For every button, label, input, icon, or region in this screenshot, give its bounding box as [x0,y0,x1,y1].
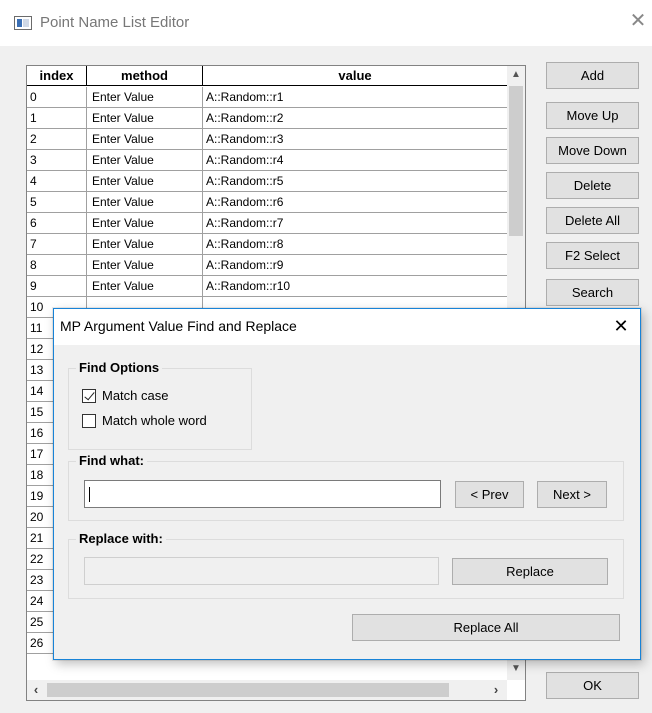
column-header-index[interactable]: index [27,66,87,86]
find-what-label: Find what: [76,453,147,468]
method-text: Enter Value [92,111,154,125]
add-button[interactable]: Add [546,62,639,89]
dialog-title: MP Argument Value Find and Replace [60,318,297,334]
dialog-close-icon[interactable]: ✕ [610,315,632,337]
index-cell[interactable]: 1 [27,108,87,128]
table-row[interactable]: 7 Enter Value A::Random::r8 [27,234,507,255]
next-button[interactable]: Next > [537,481,607,508]
column-header-method[interactable]: method [87,66,203,86]
table-row[interactable]: 4 Enter Value A::Random::r5 [27,171,507,192]
method-cell[interactable]: Enter Value [87,213,203,233]
move-down-button[interactable]: Move Down [546,137,639,164]
replace-button[interactable]: Replace [452,558,608,585]
value-cell[interactable]: A::Random::r1 [203,87,507,107]
ok-button[interactable]: OK [546,672,639,699]
close-icon[interactable]: ✕ [627,10,649,32]
horizontal-scroll-thumb[interactable] [47,683,449,697]
find-replace-dialog: MP Argument Value Find and Replace ✕ Fin… [53,308,641,660]
title-bar: Point Name List Editor ✕ [0,0,652,46]
text-caret [89,487,90,502]
index-cell[interactable]: 7 [27,234,87,254]
table-row[interactable]: 3 Enter Value A::Random::r4 [27,150,507,171]
app-icon [14,16,32,30]
f2-select-button[interactable]: F2 Select [546,242,639,269]
match-case-label[interactable]: Match case [102,388,168,403]
vertical-scroll-thumb[interactable] [509,86,523,236]
value-cell[interactable]: A::Random::r6 [203,192,507,212]
table-row[interactable]: 1 Enter Value A::Random::r2 [27,108,507,129]
method-text: Enter Value [92,258,154,272]
search-button[interactable]: Search [546,279,639,306]
table-row[interactable]: 0 Enter Value A::Random::r1 [27,87,507,108]
index-cell[interactable]: 0 [27,87,87,107]
value-cell[interactable]: A::Random::r8 [203,234,507,254]
scroll-left-icon[interactable]: ‹ [27,680,45,700]
method-text: Enter Value [92,279,154,293]
method-text: Enter Value [92,174,154,188]
method-cell[interactable]: Enter Value [87,108,203,128]
method-text: Enter Value [92,90,154,104]
index-cell[interactable]: 4 [27,171,87,191]
index-cell[interactable]: 3 [27,150,87,170]
match-case-checkbox[interactable] [82,389,96,403]
method-text: Enter Value [92,237,154,251]
method-cell[interactable]: Enter Value [87,129,203,149]
method-cell[interactable]: Enter Value [87,171,203,191]
dialog-title-bar: MP Argument Value Find and Replace ✕ [54,309,640,345]
window-title: Point Name List Editor [40,14,190,31]
index-cell[interactable]: 8 [27,255,87,275]
value-cell[interactable]: A::Random::r5 [203,171,507,191]
value-cell[interactable]: A::Random::r9 [203,255,507,275]
table-row[interactable]: 5 Enter Value A::Random::r6 [27,192,507,213]
column-header-value[interactable]: value [203,66,507,86]
table-row[interactable]: 6 Enter Value A::Random::r7 [27,213,507,234]
find-what-input[interactable] [84,480,441,508]
value-cell[interactable]: A::Random::r3 [203,129,507,149]
scroll-up-icon[interactable]: ▲ [507,66,525,84]
match-whole-word-checkbox[interactable] [82,414,96,428]
prev-button[interactable]: < Prev [455,481,524,508]
method-cell[interactable]: Enter Value [87,192,203,212]
method-text: Enter Value [92,216,154,230]
delete-all-button[interactable]: Delete All [546,207,639,234]
method-text: Enter Value [92,132,154,146]
method-cell[interactable]: Enter Value [87,255,203,275]
horizontal-scrollbar[interactable]: ‹ › [27,680,507,700]
scroll-down-icon[interactable]: ▼ [507,660,525,678]
grid-header: index method value [27,66,507,86]
delete-button[interactable]: Delete [546,172,639,199]
value-cell[interactable]: A::Random::r4 [203,150,507,170]
move-up-button[interactable]: Move Up [546,102,639,129]
replace-with-input[interactable] [84,557,439,585]
method-cell[interactable]: Enter Value [87,87,203,107]
index-cell[interactable]: 5 [27,192,87,212]
value-cell[interactable]: A::Random::r10 [203,276,507,296]
table-row[interactable]: 8 Enter Value A::Random::r9 [27,255,507,276]
match-whole-word-label[interactable]: Match whole word [102,413,207,428]
scroll-right-icon[interactable]: › [487,680,505,700]
index-cell[interactable]: 2 [27,129,87,149]
table-row[interactable]: 2 Enter Value A::Random::r3 [27,129,507,150]
replace-with-label: Replace with: [76,531,166,546]
method-text: Enter Value [92,195,154,209]
value-cell[interactable]: A::Random::r2 [203,108,507,128]
value-cell[interactable]: A::Random::r7 [203,213,507,233]
index-cell[interactable]: 6 [27,213,87,233]
method-cell[interactable]: Enter Value [87,276,203,296]
index-cell[interactable]: 9 [27,276,87,296]
replace-all-button[interactable]: Replace All [352,614,620,641]
table-row[interactable]: 9 Enter Value A::Random::r10 [27,276,507,297]
method-cell[interactable]: Enter Value [87,150,203,170]
method-text: Enter Value [92,153,154,167]
find-options-group [68,368,252,450]
find-options-label: Find Options [76,360,163,375]
method-cell[interactable]: Enter Value [87,234,203,254]
